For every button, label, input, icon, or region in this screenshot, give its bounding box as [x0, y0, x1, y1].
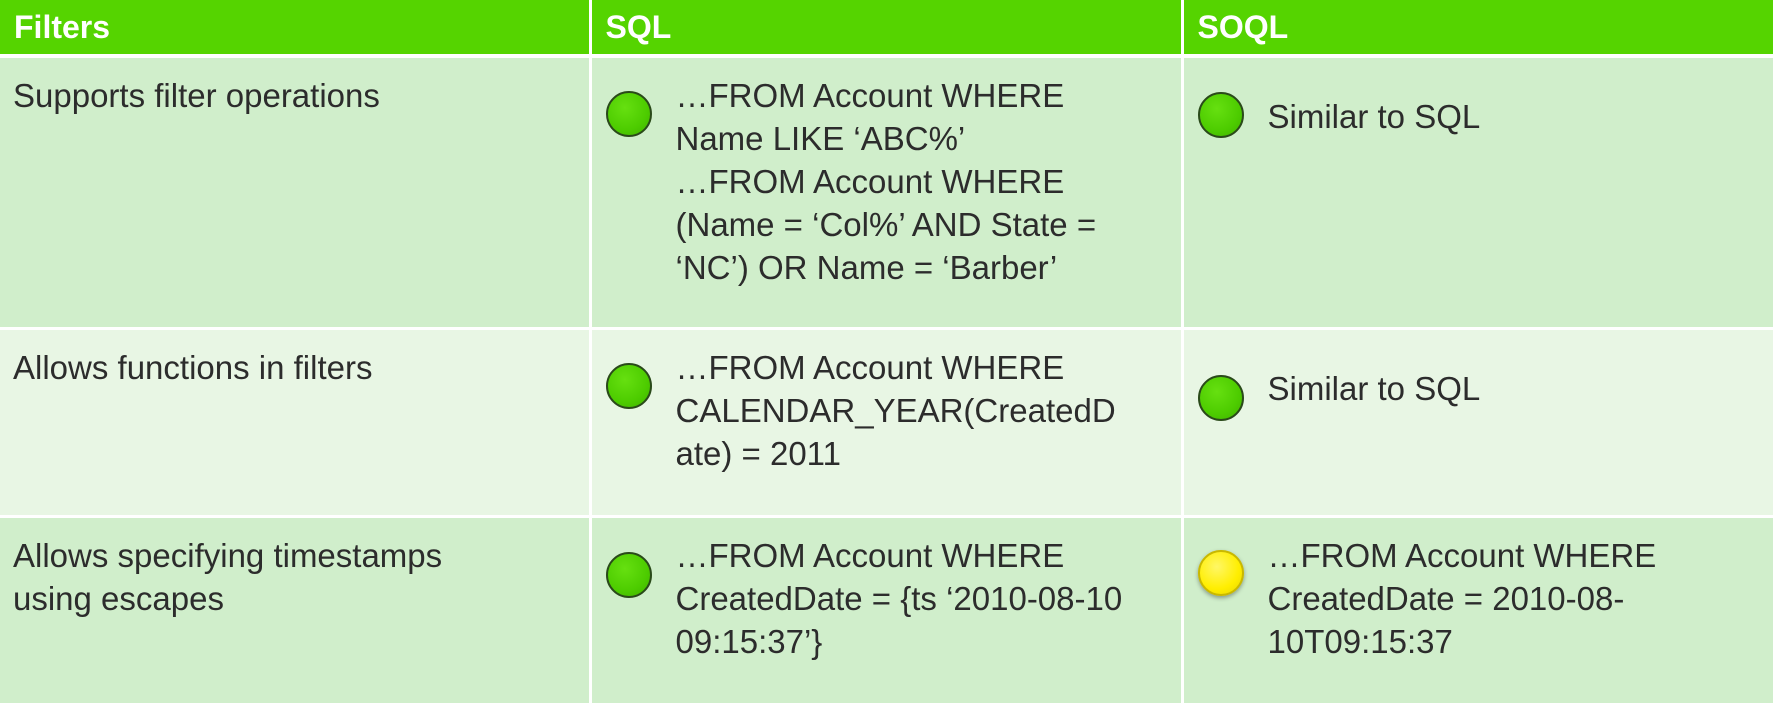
status-green-dot-icon — [1197, 92, 1244, 138]
header-filters: Filters — [0, 0, 592, 58]
table-header-row: Filters SQL SOQL — [0, 0, 1773, 58]
feature-label-line: Allows specifying timestamps — [13, 536, 443, 574]
comparison-slide: Filters SQL SOQL Supports filter operati… — [0, 0, 1773, 703]
soql-cell: …FROM Account WHERE CreatedDate = 2010-0… — [1182, 516, 1773, 703]
status-green-dot-icon — [605, 362, 652, 409]
status-green-dot-icon — [605, 91, 652, 137]
sql-line: CALENDAR_YEAR(CreatedD — [675, 391, 1116, 429]
table-row: Allows functions in filters …FROM Accoun… — [0, 328, 1773, 518]
sql-example: …FROM Account WHERE CreatedDate = {ts ‘2… — [676, 534, 1167, 663]
header-soql: SOQL — [1182, 0, 1773, 58]
table-row: Supports filter operations …FROM Account… — [0, 56, 1773, 330]
sql-line: …FROM Account WHERE — [675, 163, 1065, 200]
sql-example: …FROM Account WHERE CALENDAR_YEAR(Create… — [676, 346, 1167, 475]
sql-line: ate) = 2011 — [675, 434, 841, 472]
feature-cell: Allows functions in filters — [0, 328, 592, 518]
header-sql: SQL — [590, 0, 1184, 58]
soql-example: Similar to SQL — [1268, 367, 1760, 410]
sql-line: ‘NC’) OR Name = ‘Barber’ — [675, 249, 1058, 286]
feature-cell: Supports filter operations — [0, 56, 592, 330]
sql-cell: …FROM Account WHERE Name LIKE ‘ABC%’ …FR… — [590, 56, 1184, 330]
sql-line: 09:15:37’} — [675, 622, 823, 660]
table-row: Allows specifying timestamps using escap… — [0, 516, 1773, 703]
sql-vs-soql-filters-table: Filters SQL SOQL Supports filter operati… — [0, 0, 1773, 703]
soql-cell: Similar to SQL — [1182, 328, 1773, 518]
sql-cell: …FROM Account WHERE CALENDAR_YEAR(Create… — [590, 328, 1184, 518]
sql-line: …FROM Account WHERE — [675, 536, 1065, 574]
soql-example: …FROM Account WHERE CreatedDate = 2010-0… — [1268, 534, 1760, 663]
feature-label: Supports filter operations — [13, 77, 380, 114]
soql-line: …FROM Account WHERE — [1267, 536, 1657, 574]
feature-label: Allows functions in filters — [13, 348, 373, 386]
sql-line: Name LIKE ‘ABC%’ — [675, 120, 966, 157]
status-green-dot-icon — [605, 551, 652, 598]
sql-example: …FROM Account WHERE Name LIKE ‘ABC%’ …FR… — [676, 74, 1167, 289]
soql-line: Similar to SQL — [1267, 369, 1481, 407]
soql-line: 10T09:15:37 — [1267, 622, 1453, 660]
soql-line: CreatedDate = 2010-08- — [1267, 579, 1625, 617]
soql-cell: Similar to SQL — [1182, 56, 1773, 330]
sql-cell: …FROM Account WHERE CreatedDate = {ts ‘2… — [590, 516, 1184, 703]
soql-example: Similar to SQL — [1268, 95, 1760, 138]
sql-line: …FROM Account WHERE — [675, 348, 1065, 386]
sql-line: …FROM Account WHERE — [675, 77, 1065, 114]
status-yellow-dot-icon — [1197, 549, 1244, 596]
feature-label-line: using escapes — [13, 579, 224, 617]
soql-line: Similar to SQL — [1267, 98, 1481, 135]
status-green-dot-icon — [1197, 374, 1244, 421]
sql-line: CreatedDate = {ts ‘2010-08-10 — [675, 579, 1123, 617]
feature-cell: Allows specifying timestamps using escap… — [0, 516, 592, 703]
sql-line: (Name = ‘Col%’ AND State = — [675, 206, 1097, 243]
